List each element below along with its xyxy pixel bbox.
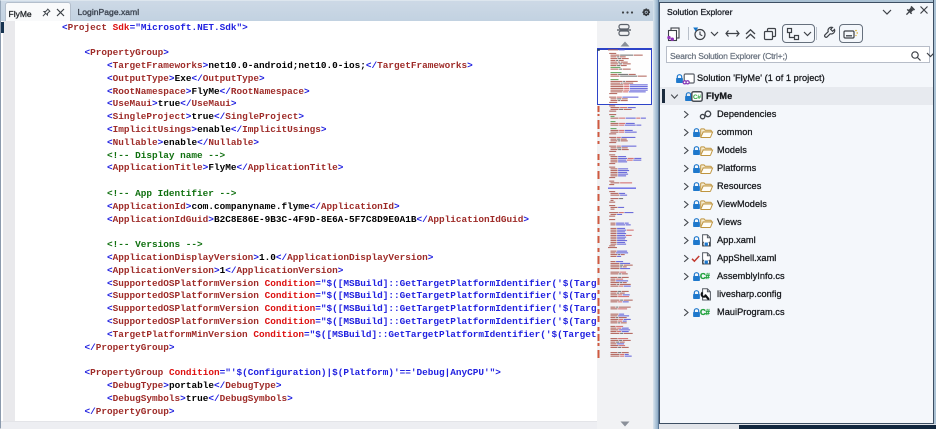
- svg-text:C#: C#: [693, 94, 701, 101]
